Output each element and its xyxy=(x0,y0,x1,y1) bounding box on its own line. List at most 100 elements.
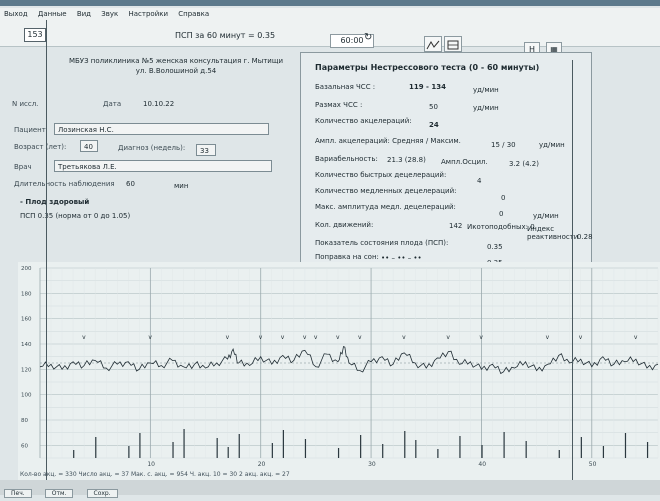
hiccups-label: Икотоподобных: 0 xyxy=(467,223,535,231)
param-label: Ампл. акцелераций: Средняя / Максим. xyxy=(315,137,461,145)
menu-exit[interactable]: Выход xyxy=(0,8,32,20)
print-button[interactable]: Печ. xyxy=(4,489,32,498)
movement-bar xyxy=(128,446,130,458)
status-line: Кол-во акц. = 330 Число акц. = 37 Мак. с… xyxy=(20,471,290,478)
n-issl-label: N иссл. xyxy=(12,100,39,108)
param-label: Базальная ЧСС : xyxy=(315,83,376,91)
movement-bar xyxy=(624,433,627,458)
window-titlebar xyxy=(0,0,660,6)
param-value-accel-amp: 15 / 30 xyxy=(491,141,516,149)
acceleration-marker: v xyxy=(446,334,450,341)
acceleration-marker: v xyxy=(303,334,307,341)
amp-osc-label: Ампл.Осцил. xyxy=(441,158,488,166)
save-button[interactable]: Сохр. xyxy=(86,489,118,498)
menu-view[interactable]: Вид xyxy=(73,8,95,20)
y-tick-label: 160 xyxy=(21,317,32,323)
movement-bar xyxy=(227,447,229,458)
param-row-accel-count: Количество акцелераций: xyxy=(315,117,412,125)
menu-settings[interactable]: Настройки xyxy=(124,8,172,20)
record-number-field[interactable]: 153 xyxy=(24,28,46,42)
doctor-field[interactable]: Третьякова Л.Е. xyxy=(54,160,272,172)
age-field[interactable]: 40 xyxy=(80,140,98,152)
menu-sound[interactable]: Звук xyxy=(97,8,122,20)
param-label: Количество медленных децелераций: xyxy=(315,187,457,195)
psp-norm: ПСП 0.35 (норма от 0 до 1.05) xyxy=(20,212,131,220)
menu-help[interactable]: Справка xyxy=(174,8,213,20)
movement-bar xyxy=(172,442,174,458)
toolbar: 153 ПСП за 60 минут = 0.35 60:00 ↻ H ▦ xyxy=(0,22,660,58)
movement-bar xyxy=(73,450,75,458)
menu-bar: Выход Данные Вид Звук Настройки Справка xyxy=(0,8,660,22)
y-tick-label: 140 xyxy=(21,342,32,348)
acceleration-marker: v xyxy=(358,334,362,341)
acceleration-marker: v xyxy=(314,334,318,341)
clinic-address: МБУЗ поликлиника №5 женская консультация… xyxy=(56,56,296,76)
glare-line xyxy=(46,20,47,495)
fetus-status: - Плод здоровый xyxy=(20,198,90,206)
chart-view-button[interactable] xyxy=(444,36,462,52)
y-tick-label: 100 xyxy=(21,393,32,399)
param-row-variability: Вариабельность: xyxy=(315,155,378,163)
y-tick-label: 180 xyxy=(21,291,32,297)
sleep-marks: •• – •• – •• xyxy=(381,254,422,262)
movement-bar xyxy=(95,437,97,458)
movement-bar xyxy=(415,440,417,458)
acceleration-marker: v xyxy=(546,334,550,341)
param-label: Вариабельность: xyxy=(315,155,378,163)
menu-data[interactable]: Данные xyxy=(34,8,71,20)
age-label: Возраст (лет): xyxy=(14,143,67,151)
acceleration-marker: v xyxy=(82,334,86,341)
x-tick-label: 20 xyxy=(258,461,266,468)
patient-panel: МБУЗ поликлиника №5 женская консультация… xyxy=(8,50,303,262)
conclusion-block: - Плод здоровый ПСП 0.35 (норма от 0 до … xyxy=(20,195,130,223)
date-value: 10.10.22 xyxy=(143,100,175,108)
param-value-basal: 119 - 134 xyxy=(409,83,447,91)
param-row-basal: Базальная ЧСС : xyxy=(315,83,375,91)
duration-value: 60 xyxy=(126,180,135,188)
acceleration-marker: v xyxy=(281,334,285,341)
param-value-range: 50 xyxy=(429,103,438,111)
psp-summary: ПСП за 60 минут = 0.35 xyxy=(175,31,276,40)
param-row-fast-decel: Количество быстрых децелераций: xyxy=(315,171,446,179)
acceleration-marker: v xyxy=(259,334,263,341)
acceleration-marker: v xyxy=(634,334,638,341)
params-title: Параметры Нестрессового теста (0 - 60 ми… xyxy=(315,63,540,72)
movement-bar xyxy=(580,437,582,458)
movement-bar xyxy=(304,439,307,458)
acceleration-marker: v xyxy=(579,334,583,341)
param-value-slow-decel: 0 xyxy=(501,194,506,202)
clinic-line-2: ул. В.Волошиной д.54 xyxy=(135,67,217,75)
term-field[interactable]: 33 xyxy=(196,144,216,156)
movement-bar xyxy=(360,435,362,458)
doctor-label: Врач xyxy=(14,163,32,171)
movement-bar xyxy=(481,445,483,458)
patient-name-field[interactable]: Лозинская Н.С. xyxy=(54,123,269,135)
param-row-sleep: Поправка на сон: xyxy=(315,253,379,261)
chart-icon xyxy=(447,40,459,50)
movement-bar xyxy=(216,438,218,458)
acceleration-marker: v xyxy=(148,334,152,341)
movement-bar xyxy=(238,434,240,458)
amp-osc-value: 3.2 (4.2) xyxy=(509,160,539,168)
param-value-movements: 142 xyxy=(449,222,463,230)
param-row-movements: Кол. движений: xyxy=(315,221,373,229)
param-unit-basal: уд/мин xyxy=(473,86,499,94)
x-tick-label: 10 xyxy=(147,461,155,468)
cancel-button[interactable]: Отм. xyxy=(44,489,74,498)
refresh-icon[interactable]: ↻ xyxy=(364,32,372,43)
movement-bar xyxy=(271,443,273,458)
trend-view-button[interactable] xyxy=(424,36,442,52)
ctg-chart: 200 180 160 140 120 100 80 60 10 20 30 40 50 v v v v v v v v… xyxy=(18,262,660,480)
movement-bar xyxy=(183,429,185,458)
clinic-line-1: МБУЗ поликлиника №5 женская консультация… xyxy=(68,57,284,65)
param-unit-range: уд/мин xyxy=(473,104,499,112)
movement-bar xyxy=(503,432,505,458)
y-tick-label: 80 xyxy=(21,418,28,424)
param-label: Количество быстрых децелераций: xyxy=(315,171,447,179)
param-value-accel-count: 24 xyxy=(429,121,439,129)
movement-bar xyxy=(525,441,527,458)
param-label: Макс. амплитуда медл. децелераций: xyxy=(315,203,456,211)
y-tick-label: 200 xyxy=(21,266,32,272)
param-value-max-decel: 0 xyxy=(499,210,504,218)
movement-bar xyxy=(558,450,560,458)
